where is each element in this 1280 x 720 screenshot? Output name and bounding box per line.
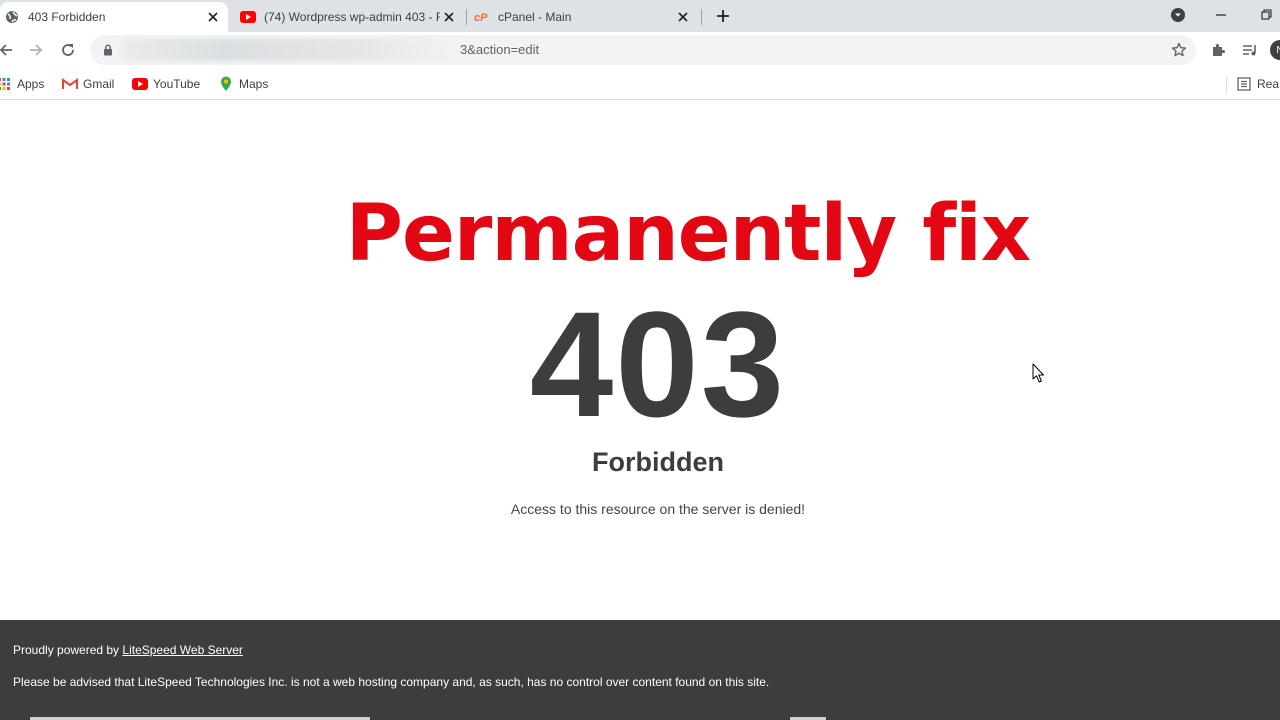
arrow-left-icon [0,44,12,56]
bookmarks-bar: Apps Gmail YouTube Maps Rea [0,68,1280,100]
reading-list-icon [1236,76,1252,92]
extensions-button[interactable] [1208,40,1228,60]
error-title: Forbidden [592,447,724,477]
browser-window: 403 Forbidden (74) Wordpress wp-admin 40… [0,0,1280,720]
apps-grid-icon [0,76,12,92]
tab-separator [701,9,702,25]
close-icon[interactable] [440,8,458,26]
new-tab-button[interactable] [712,5,734,27]
back-button[interactable] [0,36,20,64]
bookmark-maps[interactable]: Maps [218,74,268,94]
litespeed-link[interactable]: LiteSpeed Web Server [122,643,243,657]
bookmarks-separator [1226,76,1227,94]
bookmark-apps[interactable]: Apps [0,74,44,94]
disclaimer-text: Please be advised that LiteSpeed Technol… [13,675,770,689]
arrow-right-icon [30,44,43,56]
reading-list-button[interactable]: Rea [1236,74,1279,94]
youtube-icon [132,76,148,92]
reading-list-label: Rea [1257,77,1280,91]
overlay-title: Permanently fix [345,189,1031,279]
tab-title: 403 Forbidden [28,10,106,24]
lock-icon[interactable] [100,42,116,58]
plus-icon [717,10,729,22]
powered-by-prefix: Proudly powered by [13,643,120,657]
bookmark-gmail[interactable]: Gmail [62,74,114,94]
bookmark-youtube[interactable]: YouTube [132,74,200,94]
tab-title: cPanel - Main [498,10,572,24]
svg-text:cP: cP [474,12,488,24]
tab-title: (74) Wordpress wp-admin 403 - F [264,10,440,24]
tab-wordpress-video[interactable]: (74) Wordpress wp-admin 403 - F [236,2,464,32]
powered-by-line: Proudly powered by LiteSpeed Web Server [13,643,243,657]
browser-toolbar: 3&action=edit N [0,32,1280,68]
minimize-icon [1216,14,1226,16]
page-content: Permanently fix 403 Forbidden Access to … [0,101,1280,620]
bookmark-label: Apps [17,77,45,91]
mouse-cursor-icon [1032,363,1044,383]
globe-icon [4,9,20,25]
maps-pin-icon [218,76,234,92]
puzzle-icon [1213,44,1225,56]
close-icon[interactable] [674,8,692,26]
bookmark-label: YouTube [153,77,201,91]
bookmark-label: Gmail [83,77,115,91]
cpanel-icon: cP [474,9,490,25]
minimize-button[interactable] [1208,4,1234,26]
bookmark-label: Maps [239,77,269,91]
youtube-icon [240,9,256,25]
restore-icon [1261,9,1272,20]
restore-button[interactable] [1254,4,1280,26]
tab-cpanel-main[interactable]: cP cPanel - Main [470,2,698,32]
star-icon[interactable] [1170,41,1188,59]
gmail-icon [62,76,78,92]
address-bar[interactable]: 3&action=edit [90,35,1196,65]
chevron-down-circle-icon [1171,8,1185,22]
url-text: 3&action=edit [460,42,540,57]
url-redacted [122,39,462,61]
tab-403-forbidden[interactable]: 403 Forbidden [0,2,228,32]
reload-icon [62,44,74,56]
reload-button[interactable] [54,36,82,64]
error-code: 403 [529,280,787,448]
profile-avatar[interactable]: N [1270,40,1280,60]
media-control-button[interactable] [1240,40,1260,60]
tab-separator [466,9,467,25]
forward-button[interactable] [22,36,50,64]
tab-strip: 403 Forbidden (74) Wordpress wp-admin 40… [0,0,1280,32]
error-message: Access to this resource on the server is… [510,501,806,517]
tab-search-button[interactable] [1165,4,1191,26]
server-footer: Proudly powered by LiteSpeed Web Server … [0,620,1280,720]
close-icon[interactable] [204,8,222,26]
playlist-icon [1243,45,1256,56]
